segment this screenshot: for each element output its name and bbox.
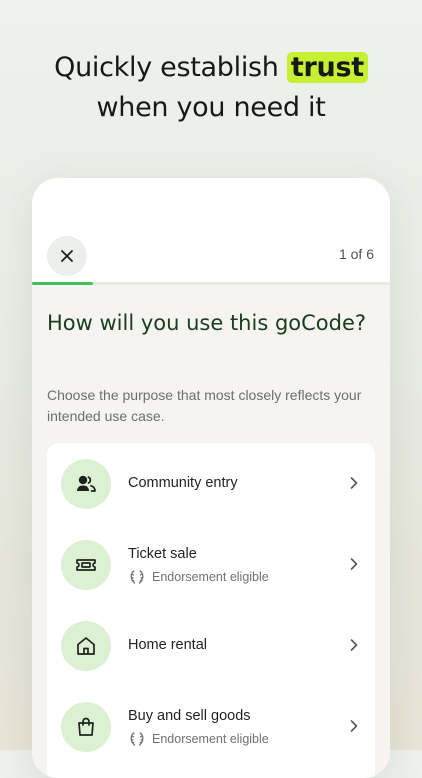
headline: Quickly establish trust when you need it <box>0 48 422 128</box>
chevron-right-icon <box>350 558 358 570</box>
option-label: Community entry <box>128 475 238 491</box>
option-buy-sell-goods[interactable]: Buy and sell goods Endorsement eligible <box>47 688 375 764</box>
chevron-right-icon <box>350 639 358 651</box>
endorsement-label: Endorsement eligible <box>152 570 269 584</box>
headline-text: Quickly establish <box>54 52 287 83</box>
endorsement-note: Endorsement eligible <box>128 731 269 747</box>
people-icon <box>77 475 96 492</box>
laurel-icon <box>130 732 144 746</box>
laurel-icon <box>130 570 144 584</box>
page-subtitle: Choose the purpose that most closely ref… <box>47 387 362 424</box>
option-icon-bg <box>61 459 111 509</box>
house-icon <box>77 637 95 655</box>
headline-line-1: Quickly establish trust <box>0 48 422 88</box>
option-community-entry[interactable]: Community entry <box>47 445 375 521</box>
ticket-icon <box>76 559 96 571</box>
endorsement-label: Endorsement eligible <box>152 732 269 746</box>
close-icon <box>61 250 73 262</box>
option-label: Home rental <box>128 637 207 653</box>
endorsement-note: Endorsement eligible <box>128 569 269 585</box>
phone-screen: 1 of 6 How will you use this goCode? Cho… <box>32 178 390 778</box>
shopping-bag-icon <box>78 717 94 736</box>
options-list: Community entry Ticket sale Endorsement … <box>47 443 375 778</box>
content-area: How will you use this goCode? Choose the… <box>32 285 390 778</box>
page-title: How will you use this goCode? <box>47 311 367 335</box>
option-ticket-sale[interactable]: Ticket sale Endorsement eligible <box>47 526 375 602</box>
option-icon-bg <box>61 702 111 752</box>
option-icon-bg <box>61 540 111 590</box>
step-counter: 1 of 6 <box>338 246 374 262</box>
option-label: Buy and sell goods <box>128 708 251 724</box>
option-home-rental[interactable]: Home rental <box>47 607 375 683</box>
option-icon-bg <box>61 621 111 671</box>
option-label: Ticket sale <box>128 546 197 562</box>
headline-line-2: when you need it <box>96 92 326 123</box>
close-button[interactable] <box>47 236 87 276</box>
chevron-right-icon <box>350 477 358 489</box>
chevron-right-icon <box>350 720 358 732</box>
top-bar: 1 of 6 <box>32 178 390 284</box>
headline-highlight: trust <box>286 52 368 83</box>
